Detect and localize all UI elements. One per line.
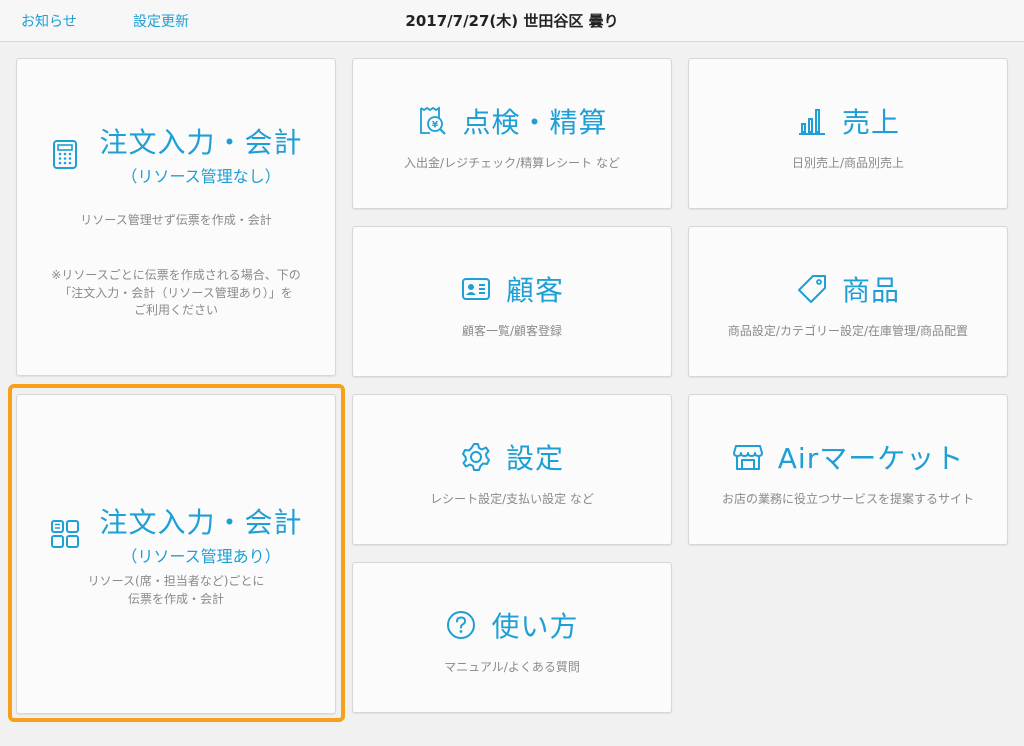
store-icon [732, 441, 764, 473]
products-title: 商品 [841, 274, 900, 307]
order-entry-with-resource-title: 注文入力・会計 [99, 506, 303, 539]
tag-icon [796, 273, 828, 305]
products-desc: 商品設定/カテゴリー設定/在庫管理/商品配置 [727, 324, 969, 338]
order-entry-with-resource-tile[interactable]: 注文入力・会計 （リソース管理あり） リソース(席・担当者など)ごとに 伝票を作… [16, 394, 336, 714]
howto-title: 使い方 [491, 610, 579, 643]
air-market-desc: お店の業務に役立つサービスを提案するサイト [721, 492, 974, 506]
order-entry-no-resource-tile[interactable]: 注文入力・会計 （リソース管理なし） リソース管理せず伝票を作成・会計 ※リソー… [16, 58, 336, 376]
air-market-title: Airマーケット [777, 442, 965, 475]
order-entry-with-resource-subtitle: （リソース管理あり） [121, 547, 281, 566]
inspection-tile[interactable]: ¥ 点検・精算 入出金/レジチェック/精算レシート など [352, 58, 672, 209]
receipt-search-icon: ¥ [416, 105, 448, 137]
order-entry-no-resource-note-1: ※リソースごとに伝票を作成される場合、下の [51, 268, 301, 282]
howto-desc: マニュアル/よくある質問 [444, 660, 580, 674]
howto-tile[interactable]: 使い方 マニュアル/よくある質問 [352, 562, 672, 713]
customers-tile[interactable]: 顧客 顧客一覧/顧客登録 [352, 226, 672, 377]
order-entry-no-resource-desc: リソース管理せず伝票を作成・会計 [80, 213, 272, 227]
order-entry-no-resource-note-2: 「注文入力・会計（リソース管理あり）」を [59, 286, 293, 300]
customer-card-icon [460, 273, 492, 305]
grid-icon [49, 518, 81, 550]
inspection-desc: 入出金/レジチェック/精算レシート など [404, 156, 620, 170]
order-entry-no-resource-subtitle: （リソース管理なし） [121, 167, 281, 186]
customers-desc: 顧客一覧/顧客登録 [461, 324, 563, 338]
order-entry-no-resource-note-3: ご利用ください [133, 303, 218, 317]
question-icon [445, 609, 477, 641]
svg-text:¥: ¥ [432, 121, 439, 131]
sales-title: 売上 [841, 106, 900, 139]
header-title: 2017/7/27(木) 世田谷区 曇り [405, 12, 619, 30]
order-entry-no-resource-title: 注文入力・会計 [99, 126, 303, 159]
air-market-tile[interactable]: Airマーケット お店の業務に役立つサービスを提案するサイト [688, 394, 1008, 545]
settings-desc: レシート設定/支払い設定 など [430, 492, 594, 506]
settings-tile[interactable]: 設定 レシート設定/支払い設定 など [352, 394, 672, 545]
bar-chart-icon [796, 105, 828, 137]
inspection-title: 点検・精算 [462, 106, 608, 139]
settings-title: 設定 [505, 442, 564, 475]
top-bar: お知らせ 設定更新 2017/7/27(木) 世田谷区 曇り [0, 0, 1024, 42]
order-entry-with-resource-desc-1: リソース(席・担当者など)ごとに [87, 574, 265, 588]
sales-tile[interactable]: 売上 日別売上/商品別売上 [688, 58, 1008, 209]
order-entry-with-resource-desc-2: 伝票を作成・会計 [127, 592, 224, 606]
gear-icon [460, 441, 492, 473]
calculator-icon [49, 138, 81, 170]
order-entry-with-resource-head: 注文入力・会計 （リソース管理あり） [17, 501, 335, 567]
products-tile[interactable]: 商品 商品設定/カテゴリー設定/在庫管理/商品配置 [688, 226, 1008, 377]
sales-desc: 日別売上/商品別売上 [791, 156, 905, 170]
customers-title: 顧客 [505, 274, 564, 307]
order-entry-no-resource-head: 注文入力・会計 （リソース管理なし） [17, 121, 335, 187]
